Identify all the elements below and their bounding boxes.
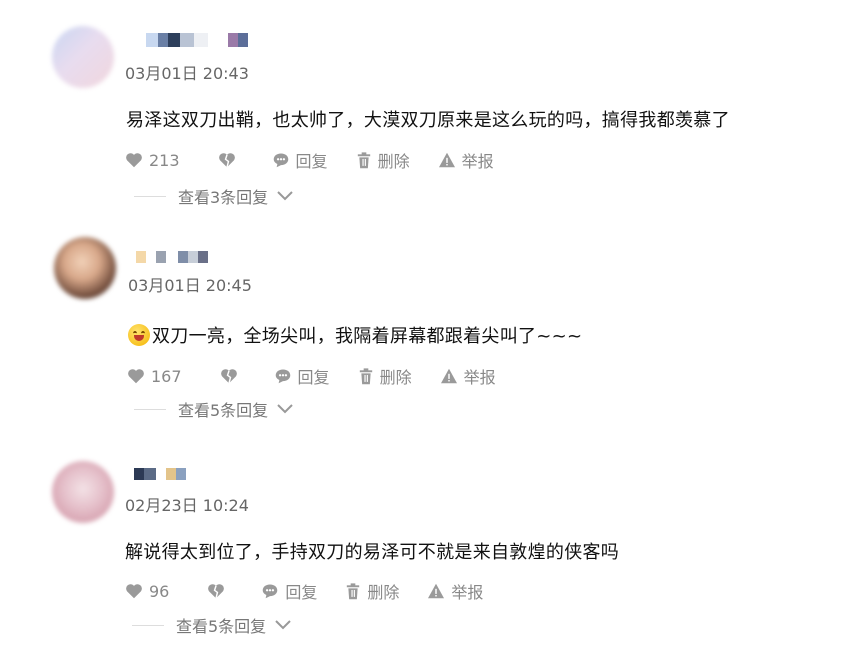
comment-item: 03月01日 20:43 易泽这双刀出鞘，也太帅了，大漠双刀原来是这么玩的吗，搞…	[0, 0, 863, 215]
thumbs-down-heart-icon	[218, 153, 235, 168]
comment-timestamp: 03月01日 20:45	[128, 276, 252, 295]
avatar[interactable]	[54, 237, 116, 299]
view-replies[interactable]: 查看5条回复	[134, 398, 294, 420]
chevron-down-icon[interactable]	[274, 619, 292, 631]
report-button[interactable]: 举报	[440, 364, 496, 388]
warning-triangle-icon	[440, 368, 457, 384]
view-replies-label[interactable]: 查看5条回复	[178, 397, 268, 421]
heart-icon	[126, 584, 142, 599]
delete-button[interactable]: 删除	[345, 579, 399, 603]
delete-label: 删除	[377, 152, 410, 171]
reply-label: 回复	[295, 152, 328, 171]
delete-button[interactable]: 删除	[358, 364, 412, 388]
thumbs-down-heart-icon	[208, 584, 225, 599]
warning-triangle-icon	[438, 152, 455, 168]
comment-actions: 213 回复 删除 举报	[125, 149, 522, 171]
username-blurred[interactable]	[134, 468, 186, 480]
comment-actions: 167 回复 删除 举报	[127, 365, 524, 387]
reply-button[interactable]: 回复	[274, 364, 330, 388]
comment-timestamp: 02月23日 10:24	[125, 496, 249, 515]
avatar[interactable]	[52, 26, 114, 88]
report-button[interactable]: 举报	[427, 579, 483, 603]
chevron-down-icon[interactable]	[276, 403, 294, 415]
like-button[interactable]: 213	[125, 151, 180, 170]
thumbs-down-heart-icon	[220, 369, 237, 384]
comment-text-body: 双刀一亮，全场尖叫，我隔着屏幕都跟着尖叫了~~~	[152, 326, 583, 347]
report-label: 举报	[451, 583, 484, 602]
reply-button[interactable]: 回复	[261, 579, 317, 603]
report-label: 举报	[463, 368, 496, 387]
like-count: 167	[151, 366, 182, 386]
comment-text: 双刀一亮，全场尖叫，我隔着屏幕都跟着尖叫了~~~	[128, 322, 582, 348]
like-button[interactable]: 167	[127, 367, 182, 386]
delete-label: 删除	[367, 583, 400, 602]
divider	[134, 408, 166, 410]
comment-item: 03月01日 20:45 双刀一亮，全场尖叫，我隔着屏幕都跟着尖叫了~~~ 16…	[0, 215, 863, 435]
warning-triangle-icon	[428, 583, 445, 599]
comment-text: 易泽这双刀出鞘，也太帅了，大漠双刀原来是这么玩的吗，搞得我都羡慕了	[126, 110, 730, 131]
trash-icon	[347, 582, 360, 599]
reply-button[interactable]: 回复	[272, 148, 328, 172]
avatar[interactable]	[52, 461, 114, 523]
divider	[134, 195, 166, 197]
delete-button[interactable]: 删除	[356, 148, 410, 172]
trash-icon	[357, 151, 370, 168]
like-count: 213	[149, 150, 180, 170]
report-button[interactable]: 举报	[438, 148, 494, 172]
grinning-emoji-icon	[128, 324, 150, 346]
reply-label: 回复	[285, 583, 318, 602]
view-replies-label[interactable]: 查看3条回复	[178, 184, 268, 208]
comment-text: 解说得太到位了，手持双刀的易泽可不就是来自敦煌的侠客吗	[125, 542, 620, 563]
comment-actions: 96 回复 删除 举报	[125, 580, 511, 602]
chat-bubble-icon	[275, 369, 290, 384]
reply-label: 回复	[297, 368, 330, 387]
view-replies[interactable]: 查看3条回复	[134, 185, 294, 207]
report-label: 举报	[461, 152, 494, 171]
comment-item: 02月23日 10:24 解说得太到位了，手持双刀的易泽可不就是来自敦煌的侠客吗…	[0, 435, 863, 656]
heart-icon	[126, 153, 142, 168]
delete-label: 删除	[379, 368, 412, 387]
dislike-button[interactable]	[218, 152, 242, 168]
username-blurred[interactable]	[136, 251, 208, 263]
dislike-button[interactable]	[220, 368, 244, 384]
chat-bubble-icon	[263, 584, 278, 599]
like-button[interactable]: 96	[125, 582, 169, 601]
divider	[132, 624, 164, 626]
chat-bubble-icon	[273, 153, 288, 168]
heart-icon	[128, 369, 144, 384]
comment-timestamp: 03月01日 20:43	[125, 64, 249, 83]
username-blurred[interactable]	[146, 33, 248, 47]
chevron-down-icon[interactable]	[276, 190, 294, 202]
view-replies[interactable]: 查看5条回复	[132, 614, 292, 636]
dislike-button[interactable]	[207, 583, 231, 599]
like-count: 96	[149, 581, 170, 601]
trash-icon	[359, 367, 372, 384]
view-replies-label[interactable]: 查看5条回复	[176, 613, 266, 637]
